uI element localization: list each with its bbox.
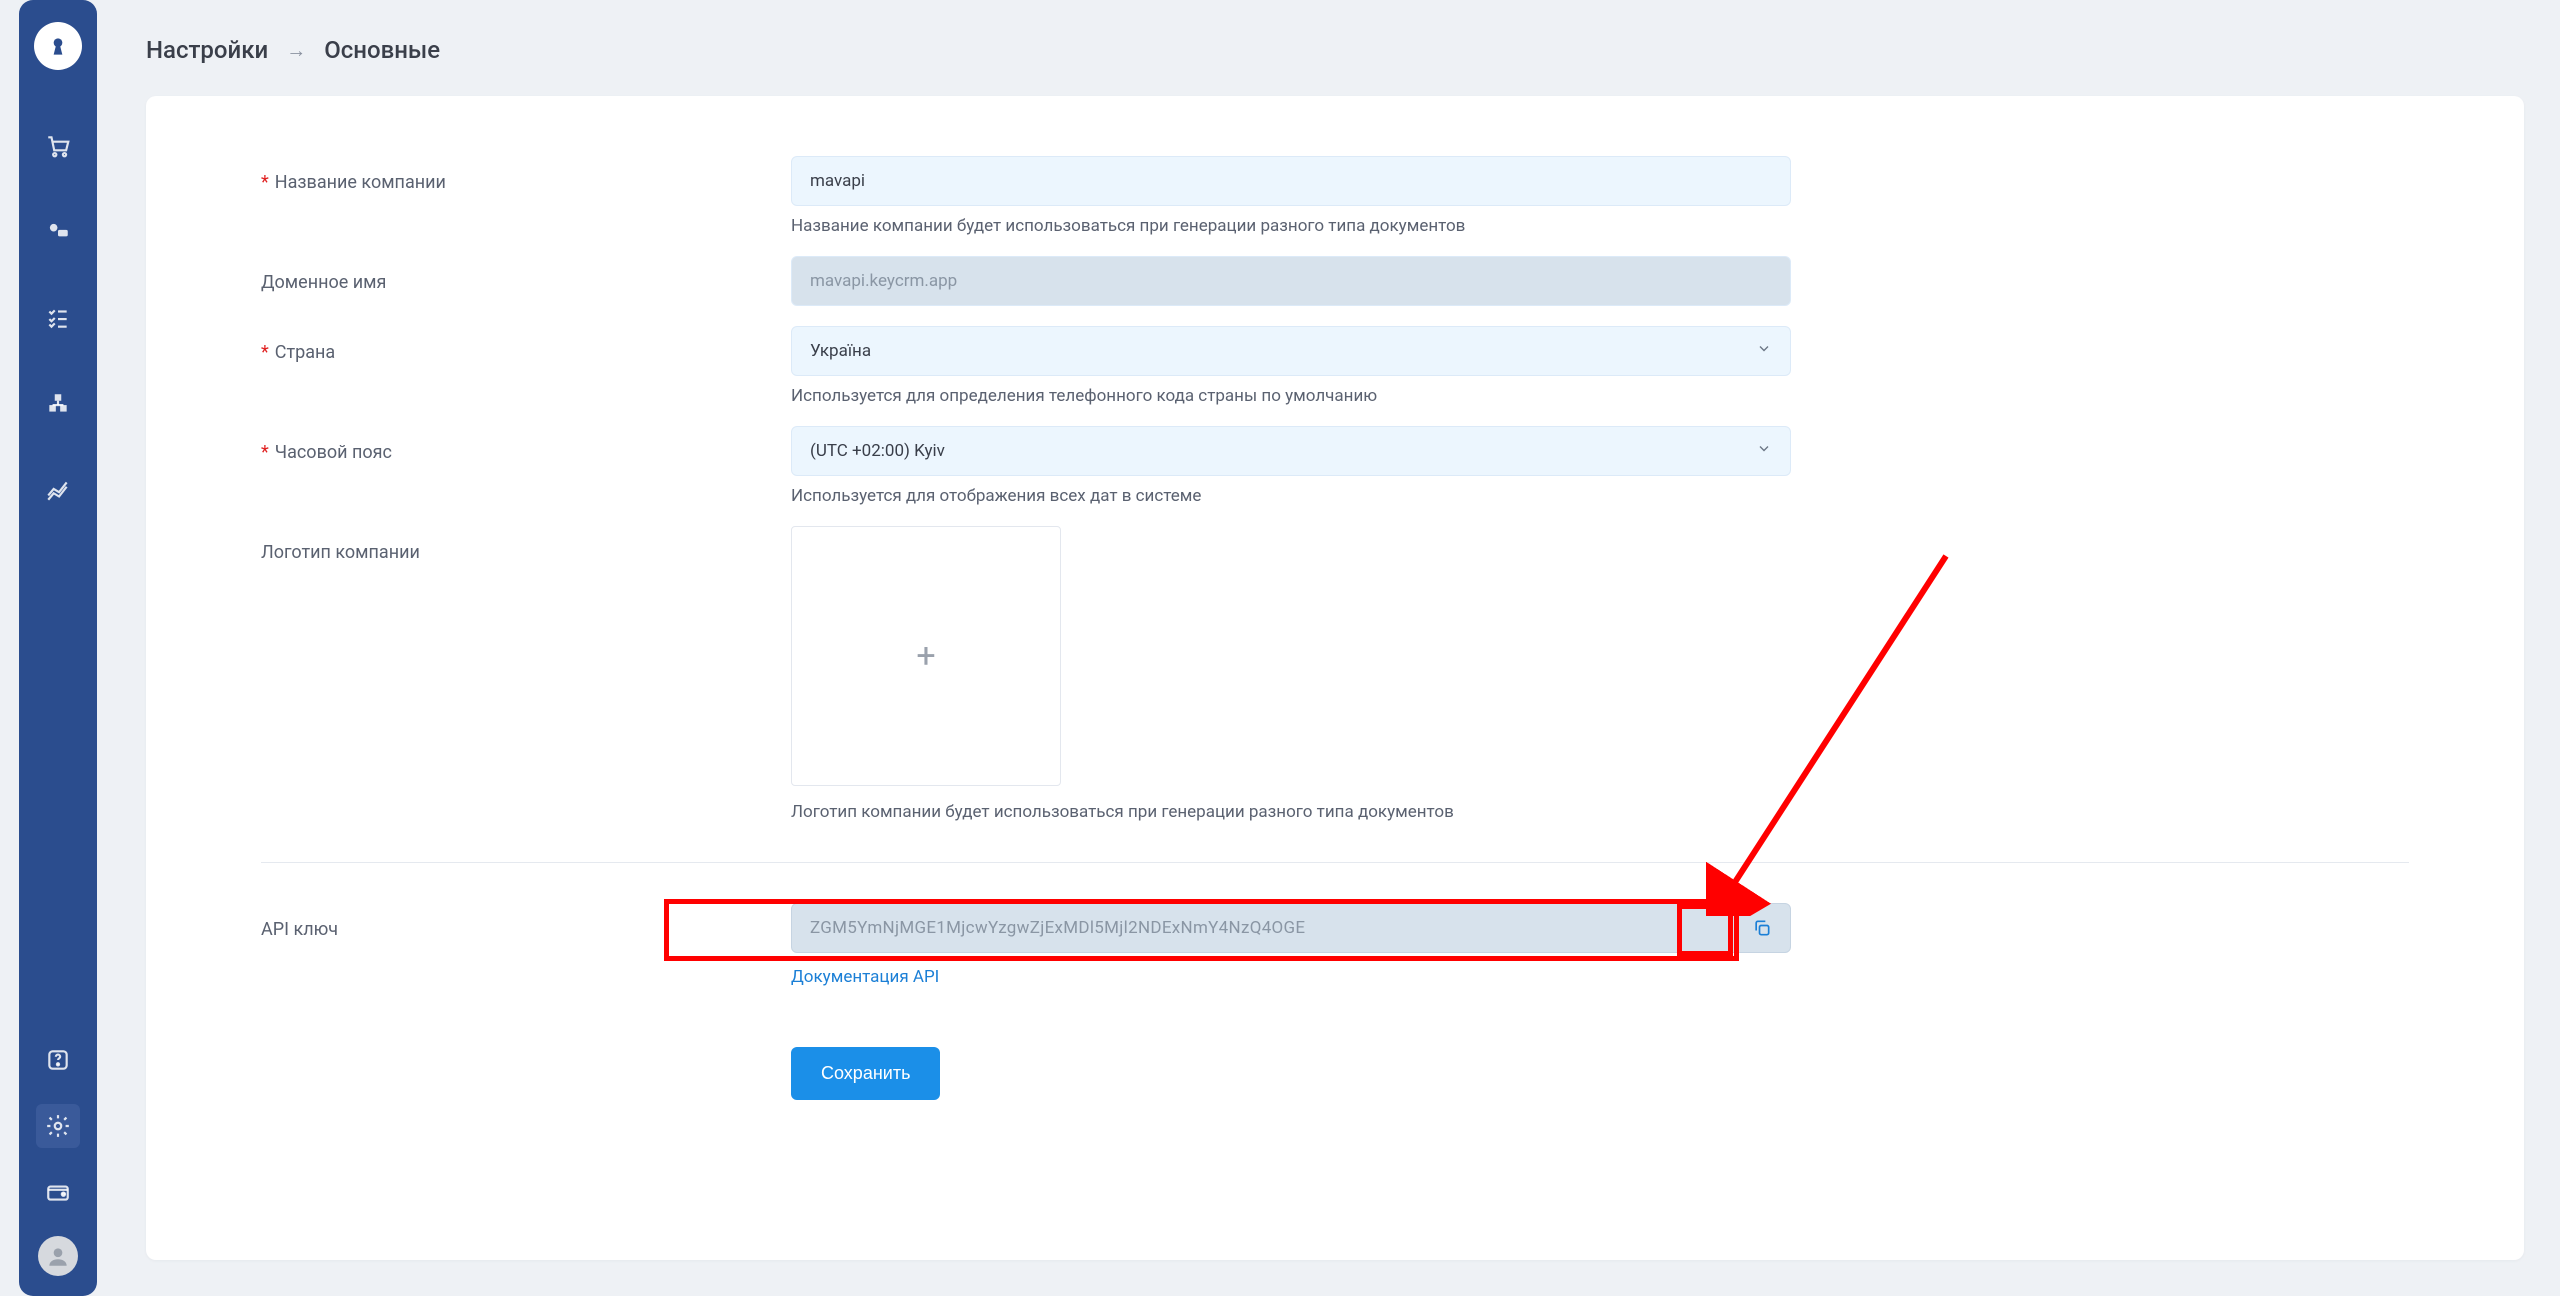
analytics-icon	[45, 477, 71, 503]
copy-icon	[1752, 918, 1772, 938]
save-button[interactable]: Сохранить	[791, 1047, 940, 1100]
tasks-icon	[45, 305, 71, 331]
sidebar-item-warehouse[interactable]	[36, 382, 80, 426]
sidebar-item-settings[interactable]	[36, 1104, 80, 1148]
hint-company-name: Название компании будет использоваться п…	[791, 216, 1791, 236]
sidebar-item-help[interactable]	[36, 1038, 80, 1082]
required-marker: *	[261, 342, 269, 363]
label-company-name: *Название компании	[261, 156, 791, 193]
section-divider	[261, 862, 2409, 863]
api-doc-link[interactable]: Документация API	[791, 967, 939, 987]
sidebar-item-chats[interactable]	[36, 210, 80, 254]
domain-input: mavapi.keycrm.app	[791, 256, 1791, 306]
breadcrumb: Настройки → Основные	[146, 36, 440, 64]
label-domain: Доменное имя	[261, 256, 791, 293]
sidebar-bottom	[19, 1038, 97, 1276]
chat-icon	[45, 219, 71, 245]
sidebar-item-orders[interactable]	[36, 124, 80, 168]
country-select[interactable]: Україна	[791, 326, 1791, 376]
user-icon	[45, 1243, 71, 1269]
sidebar-item-wallet[interactable]	[36, 1170, 80, 1214]
chevron-right-icon: →	[286, 38, 306, 63]
logo-upload[interactable]: +	[791, 526, 1061, 786]
settings-card: *Название компании mavapi Название компа…	[146, 96, 2524, 1260]
label-api-key: API ключ	[261, 903, 791, 940]
sidebar-item-analytics[interactable]	[36, 468, 80, 512]
sidebar-item-tasks[interactable]	[36, 296, 80, 340]
help-icon	[45, 1047, 71, 1073]
row-timezone: *Часовой пояс (UTC +02:00) Kyiv Использу…	[261, 426, 2409, 506]
label-country: *Страна	[261, 326, 791, 363]
chevron-down-icon	[1756, 441, 1772, 462]
hint-timezone: Используется для отображения всех дат в …	[791, 486, 1791, 506]
warehouse-icon	[45, 391, 71, 417]
row-domain: Доменное имя mavapi.keycrm.app	[261, 256, 2409, 306]
copy-api-key-button[interactable]	[1744, 910, 1780, 946]
hint-country: Используется для определения телефонного…	[791, 386, 1791, 406]
row-logo: Логотип компании + Логотип компании буде…	[261, 526, 2409, 822]
cart-icon	[45, 133, 71, 159]
settings-icon	[45, 1113, 71, 1139]
breadcrumb-root[interactable]: Настройки	[146, 36, 268, 64]
keyhole-icon	[45, 33, 71, 59]
required-marker: *	[261, 172, 269, 193]
timezone-select[interactable]: (UTC +02:00) Kyiv	[791, 426, 1791, 476]
row-country: *Страна Україна Используется для определ…	[261, 326, 2409, 406]
required-marker: *	[261, 442, 269, 463]
label-timezone: *Часовой пояс	[261, 426, 791, 463]
row-api-key: API ключ ZGM5YmNjMGE1MjcwYzgwZjExMDl5Mjl…	[261, 903, 2409, 1100]
sidebar	[19, 0, 97, 1296]
label-logo: Логотип компании	[261, 526, 791, 563]
chevron-down-icon	[1756, 341, 1772, 362]
row-company-name: *Название компании mavapi Название компа…	[261, 156, 2409, 236]
wallet-icon	[45, 1179, 71, 1205]
hint-logo: Логотип компании будет использоваться пр…	[791, 802, 1791, 822]
app-logo[interactable]	[34, 22, 82, 70]
user-avatar[interactable]	[38, 1236, 78, 1276]
company-name-input[interactable]: mavapi	[791, 156, 1791, 206]
breadcrumb-current: Основные	[324, 36, 440, 64]
plus-icon: +	[916, 636, 935, 676]
sidebar-nav	[36, 124, 80, 512]
api-key-input: ZGM5YmNjMGE1MjcwYzgwZjExMDl5Mjl2NDExNmY4…	[791, 903, 1791, 953]
